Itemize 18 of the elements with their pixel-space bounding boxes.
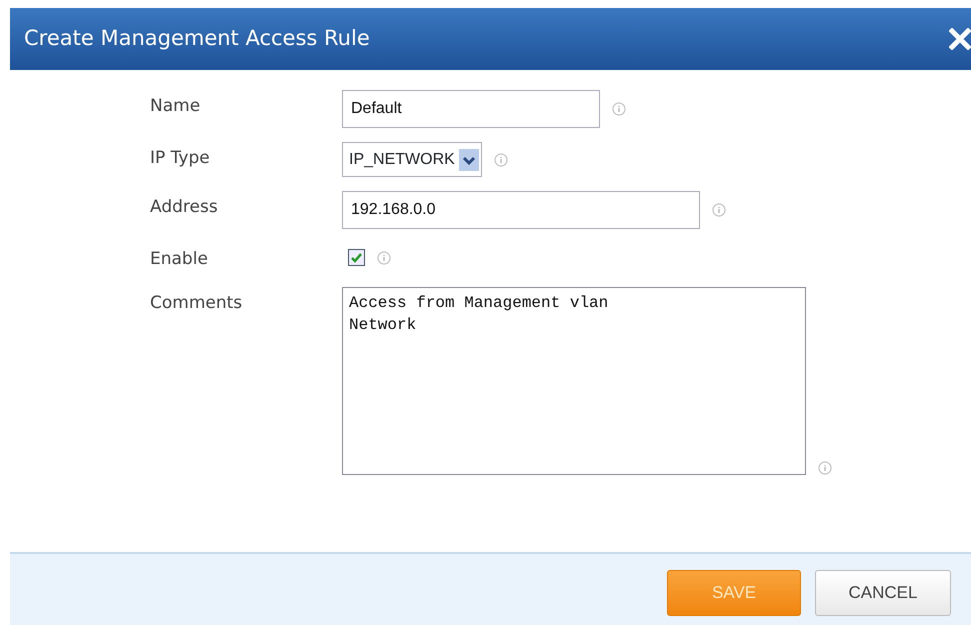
dialog-title: Create Management Access Rule [24,25,370,52]
info-icon[interactable] [494,152,508,166]
cancel-button[interactable]: CANCEL [815,570,951,616]
field-label: Enable [150,248,208,271]
field-label: Name [150,95,200,118]
info-icon[interactable] [377,250,391,265]
comments-field[interactable]: Access from Management vlan Network [342,286,806,474]
text-field[interactable]: Default [342,90,600,128]
info-icon[interactable] [818,460,832,474]
field-label: Address [150,196,218,219]
dropdown[interactable]: IP_NETWORK [342,142,482,177]
info-icon[interactable] [712,203,726,217]
info-icon[interactable] [612,102,626,116]
text-field[interactable]: 192.168.0.0 [342,191,700,229]
field-label: IP Type [150,147,210,170]
checkbox[interactable] [348,249,365,266]
close-icon[interactable] [949,28,971,50]
field-label: Comments [150,292,242,314]
